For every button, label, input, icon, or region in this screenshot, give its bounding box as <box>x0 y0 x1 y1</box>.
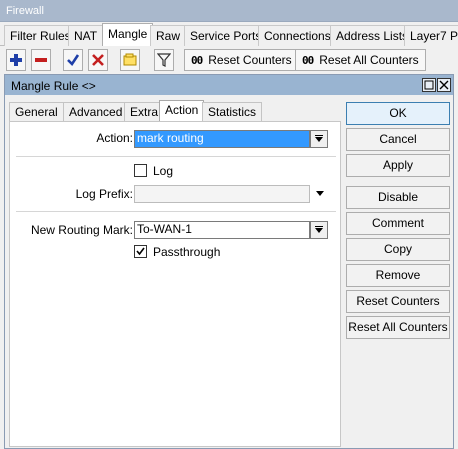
tab-advanced[interactable]: Advanced <box>63 102 129 121</box>
chevron-down-icon <box>315 225 323 233</box>
apply-button[interactable]: Apply <box>346 154 450 177</box>
window-title: Firewall <box>6 5 44 17</box>
routing-mark-value: To-WAN-1 <box>137 222 192 236</box>
action-label: Action: <box>96 131 133 145</box>
tab-statistics[interactable]: Statistics <box>202 102 263 121</box>
mangle-rule-dialog: Mangle Rule <> General Advanced Extra Ac… <box>4 74 454 449</box>
remove-button[interactable] <box>31 49 51 71</box>
log-prefix-label: Log Prefix: <box>75 187 133 201</box>
disable-button[interactable] <box>88 49 108 71</box>
action-select[interactable]: mark routing <box>134 130 310 148</box>
tab-filter-rules[interactable]: Filter Rules <box>4 25 77 46</box>
chevron-down-icon <box>315 134 323 142</box>
filter-button[interactable] <box>154 49 174 71</box>
tab-nat[interactable]: NAT <box>68 25 104 46</box>
reset-counters-label: Reset Counters <box>208 53 292 67</box>
counter-icon: 00 <box>302 54 314 67</box>
check-icon <box>67 54 80 67</box>
ok-button[interactable]: OK <box>346 102 450 125</box>
tab-address-lists[interactable]: Address Lists <box>330 25 415 46</box>
dialog-title: Mangle Rule <> <box>11 79 96 93</box>
tab-general[interactable]: General <box>9 102 64 121</box>
cancel-button[interactable]: Cancel <box>346 128 450 151</box>
tab-extra[interactable]: Extra <box>124 102 165 121</box>
reset-counters-dialog-button[interactable]: Reset Counters <box>346 290 450 313</box>
maximize-icon[interactable] <box>422 78 436 92</box>
x-icon <box>92 54 104 66</box>
tab-raw[interactable]: Raw <box>150 25 187 46</box>
reset-all-counters-dialog-button[interactable]: Reset All Counters <box>346 316 450 339</box>
action-panel: Action: mark routing Log Log Prefix: New… <box>9 121 341 447</box>
close-icon[interactable] <box>437 78 451 92</box>
counter-icon: 00 <box>191 54 203 67</box>
add-button[interactable] <box>6 49 26 71</box>
log-label: Log <box>153 164 174 178</box>
reset-all-counters-button[interactable]: 00 Reset All Counters <box>295 49 426 71</box>
tab-action[interactable]: Action <box>159 100 205 122</box>
tab-service-ports[interactable]: Service Ports <box>184 25 268 46</box>
disable-rule-button[interactable]: Disable <box>346 186 450 209</box>
log-prefix-dropdown-icon[interactable] <box>316 191 324 196</box>
copy-button[interactable]: Copy <box>346 238 450 261</box>
routing-mark-input[interactable]: To-WAN-1 <box>134 221 310 239</box>
enable-button[interactable] <box>63 49 83 71</box>
reset-counters-button[interactable]: 00 Reset Counters <box>184 49 299 71</box>
log-prefix-value <box>135 186 137 202</box>
tab-layer7-protocols[interactable]: Layer7 Pro <box>404 25 458 46</box>
routing-mark-dropdown-button[interactable] <box>310 221 328 239</box>
firewall-toolbar: 00 Reset Counters 00 Reset All Counters <box>0 46 458 74</box>
filter-icon <box>157 53 171 67</box>
reset-all-counters-label: Reset All Counters <box>319 53 419 67</box>
checkmark-icon <box>136 247 145 256</box>
firewall-tab-strip: Filter Rules NAT Mangle Raw Service Port… <box>0 22 458 47</box>
action-value: mark routing <box>135 131 309 147</box>
dialog-titlebar[interactable]: Mangle Rule <> <box>5 75 453 95</box>
comment-button[interactable] <box>120 49 140 71</box>
firewall-titlebar: Firewall <box>0 0 458 22</box>
action-dropdown-button[interactable] <box>310 130 328 148</box>
divider <box>16 211 336 212</box>
routing-mark-label: New Routing Mark: <box>30 223 133 237</box>
plus-icon <box>10 54 22 66</box>
note-icon <box>123 53 137 66</box>
tab-connections[interactable]: Connections <box>258 25 337 46</box>
passthrough-checkbox[interactable] <box>134 245 147 258</box>
minus-icon <box>35 58 47 62</box>
divider <box>16 156 336 157</box>
tab-mangle[interactable]: Mangle <box>102 23 154 47</box>
comment-rule-button[interactable]: Comment <box>346 212 450 235</box>
remove-rule-button[interactable]: Remove <box>346 264 450 287</box>
log-checkbox[interactable] <box>134 164 147 177</box>
log-prefix-field[interactable] <box>134 185 310 203</box>
passthrough-label: Passthrough <box>153 245 221 259</box>
